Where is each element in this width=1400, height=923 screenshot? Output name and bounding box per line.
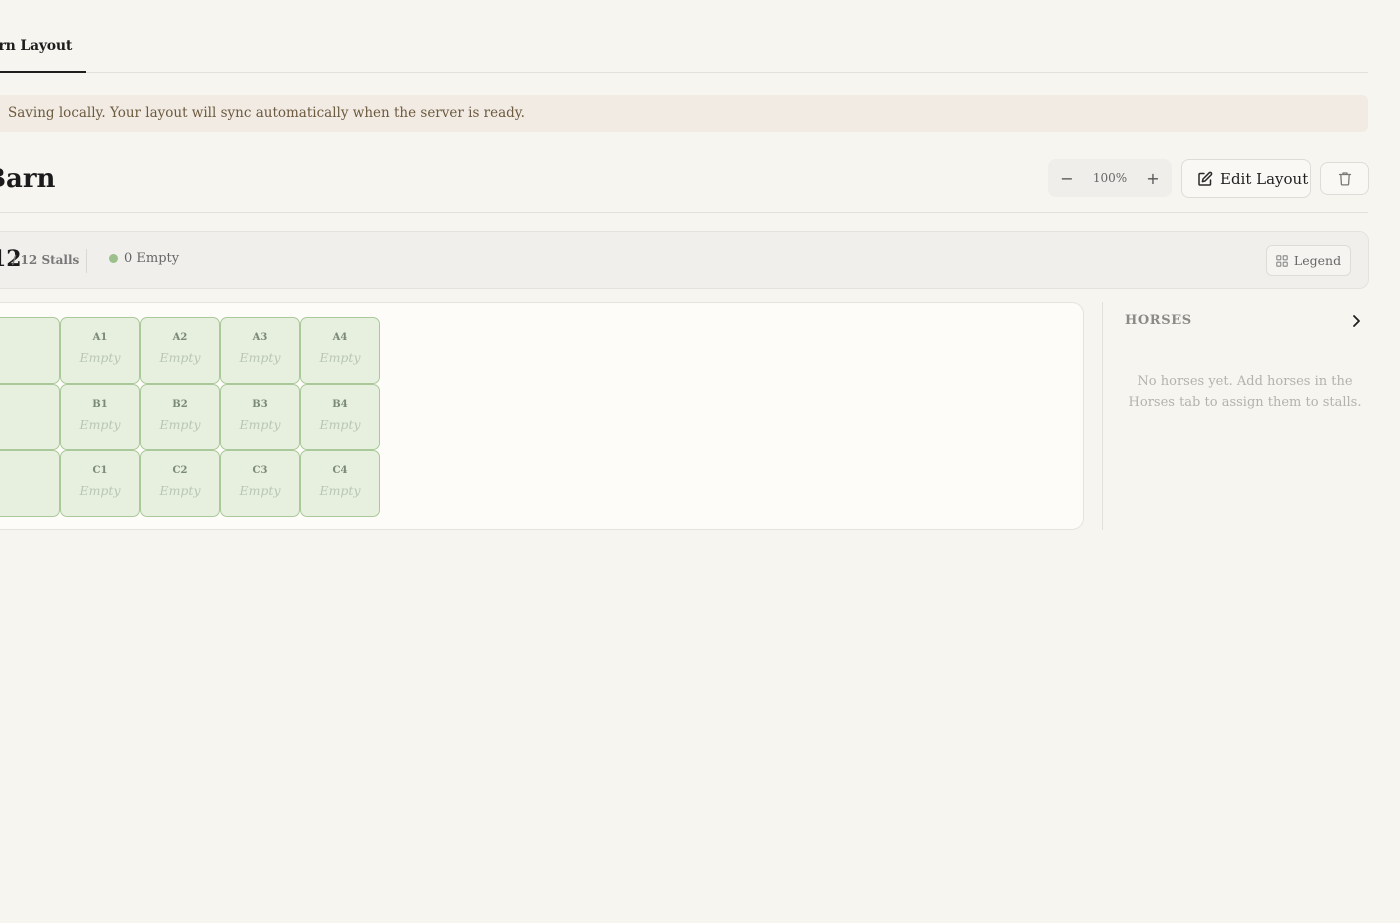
stall-b2[interactable]: B2 Empty bbox=[140, 383, 220, 450]
stall-a3[interactable]: A3 Empty bbox=[220, 317, 300, 384]
stall-id: C2 bbox=[172, 465, 188, 476]
zoom-control: − 100% + bbox=[1048, 159, 1172, 197]
stall-c3[interactable]: C3 Empty bbox=[220, 450, 300, 517]
stall-b4[interactable]: B4 Empty bbox=[300, 383, 380, 450]
stall-id: B2 bbox=[172, 398, 188, 410]
stall-id: C1 bbox=[92, 465, 108, 476]
zoom-level: 100% bbox=[1092, 171, 1128, 185]
chevron-right-icon bbox=[1353, 315, 1360, 327]
zoom-out-button[interactable]: − bbox=[1048, 159, 1086, 197]
stall-a4[interactable]: A4 Empty bbox=[300, 317, 380, 384]
stats-separator bbox=[86, 249, 87, 273]
tab-barn-layout[interactable]: Barn Layout bbox=[0, 38, 86, 73]
stall-cell[interactable] bbox=[0, 450, 60, 517]
sync-status-banner: Saving locally. Your layout will sync au… bbox=[0, 95, 1368, 132]
stall-status: Empty bbox=[239, 483, 281, 498]
delete-button[interactable] bbox=[1320, 162, 1369, 195]
stall-b1[interactable]: B1 Empty bbox=[60, 383, 140, 450]
stall-grid: A1 Empty A2 Empty A3 Empty A4 Empty B1 Empty … bbox=[0, 317, 380, 517]
stall-status: Empty bbox=[159, 350, 201, 365]
stall-status: Empty bbox=[159, 416, 201, 432]
stall-id: A3 bbox=[252, 332, 268, 343]
stall-status: Empty bbox=[79, 416, 121, 432]
total-stalls-label: / 12 Stalls bbox=[12, 253, 80, 267]
horses-panel-toggle[interactable] bbox=[1346, 311, 1366, 331]
stall-status: Empty bbox=[79, 483, 121, 498]
stall-c2[interactable]: C2 Empty bbox=[140, 450, 220, 517]
header-divider bbox=[0, 212, 1368, 213]
stall-id: A2 bbox=[172, 332, 188, 343]
stall-status: Empty bbox=[319, 483, 361, 498]
stall-id: B1 bbox=[92, 398, 108, 410]
stall-status: Empty bbox=[319, 416, 361, 432]
grid-icon bbox=[1276, 254, 1288, 267]
stall-status: Empty bbox=[79, 350, 121, 365]
stall-status: Empty bbox=[239, 416, 281, 432]
stall-a1[interactable]: A1 Empty bbox=[60, 317, 140, 384]
empty-count: 0 Empty bbox=[109, 251, 179, 266]
stall-id: A1 bbox=[92, 332, 108, 343]
legend-label: Legend bbox=[1293, 253, 1342, 268]
stall-id: C4 bbox=[332, 465, 348, 476]
stats-bar: 12 / 12 Stalls 0 Empty Legend bbox=[0, 231, 1369, 289]
stall-id: B3 bbox=[252, 398, 268, 410]
empty-status-dot bbox=[109, 254, 118, 263]
empty-count-label: 0 Empty bbox=[124, 251, 180, 266]
stall-c4[interactable]: C4 Empty bbox=[300, 450, 380, 517]
stall-id: C3 bbox=[252, 465, 268, 476]
page-title: Barn bbox=[0, 164, 56, 194]
layout-canvas[interactable]: A1 Empty A2 Empty A3 Empty A4 Empty B1 Empty … bbox=[0, 302, 1084, 530]
stall-a2[interactable]: A2 Empty bbox=[140, 317, 220, 384]
stall-status: Empty bbox=[319, 350, 361, 365]
tab-bar: Barn Layout bbox=[0, 0, 1368, 73]
barn-layout-page: Barn Layout Saving locally. Your layout … bbox=[0, 0, 1400, 923]
stall-id: A4 bbox=[332, 332, 348, 343]
horses-empty-message: No horses yet. Add horses in the Horses … bbox=[1128, 374, 1362, 410]
stall-id: B4 bbox=[332, 398, 348, 410]
stall-c1[interactable]: C1 Empty bbox=[60, 450, 140, 517]
legend-button[interactable]: Legend bbox=[1266, 245, 1351, 276]
edit-layout-label: Edit Layout bbox=[1220, 169, 1309, 188]
stall-cell[interactable] bbox=[0, 317, 60, 384]
sidebar-divider bbox=[1102, 302, 1103, 530]
stall-b3[interactable]: B3 Empty bbox=[220, 383, 300, 450]
trash-icon bbox=[1338, 172, 1351, 186]
stall-status: Empty bbox=[159, 483, 201, 498]
edit-icon bbox=[1198, 171, 1213, 186]
stall-cell[interactable] bbox=[0, 383, 60, 450]
edit-layout-button[interactable]: Edit Layout bbox=[1181, 159, 1311, 198]
zoom-in-button[interactable]: + bbox=[1134, 159, 1172, 197]
horses-panel-title: HORSES bbox=[1125, 313, 1192, 328]
stall-status: Empty bbox=[239, 350, 281, 365]
